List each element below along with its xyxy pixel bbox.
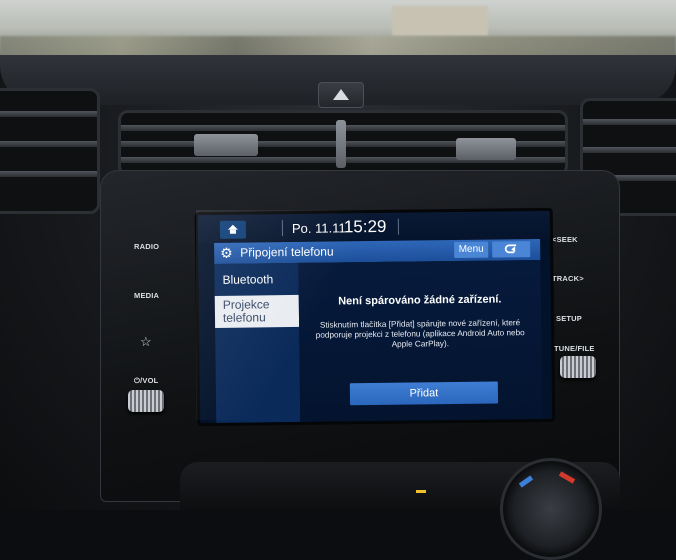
status-date: Po. 11.11	[291, 220, 346, 237]
add-device-button[interactable]: Přidat	[349, 381, 499, 406]
volume-knob[interactable]	[128, 390, 164, 412]
tune-file-label: TUNE/FILE	[554, 344, 595, 353]
sidebar-item-label: Projekce telefonu	[222, 297, 270, 325]
back-button[interactable]	[492, 241, 531, 258]
media-button[interactable]: MEDIA	[134, 291, 159, 300]
infotainment-screen: Po. 11.11 15:29 ⚙ Připojení telefonu Men…	[194, 207, 556, 427]
vent-fin	[336, 120, 346, 168]
sidebar-item-bluetooth[interactable]: Bluetooth	[214, 267, 298, 296]
cool-indicator	[518, 475, 534, 488]
vent-adjuster-left[interactable]	[194, 134, 258, 156]
status-time: 15:29	[343, 216, 387, 237]
vent-slat	[583, 147, 676, 153]
menu-button[interactable]: Menu	[454, 241, 489, 259]
indicator-led	[416, 490, 426, 493]
background-building	[392, 6, 488, 36]
left-air-vent	[0, 88, 100, 214]
vent-slat	[0, 111, 97, 117]
sidebar: Bluetooth Projekce telefonu	[214, 262, 301, 423]
power-volume-label: ⏻/VOL	[134, 376, 159, 385]
vent-slat	[0, 141, 97, 147]
tune-knob[interactable]	[560, 356, 596, 378]
sidebar-item-label: Bluetooth	[222, 272, 274, 287]
vent-slat	[583, 119, 676, 125]
gear-icon: ⚙	[220, 244, 233, 261]
setup-button[interactable]: SETUP	[556, 314, 582, 323]
home-icon	[227, 224, 238, 234]
main-content: Není spárováno žádné zařízení. Stisknutí…	[298, 259, 543, 422]
vent-adjuster-right[interactable]	[456, 138, 516, 160]
temperature-dial[interactable]	[500, 458, 602, 560]
seek-back-button[interactable]: <SEEK	[552, 235, 578, 244]
hazard-triangle-icon	[333, 89, 349, 100]
home-button[interactable]	[219, 220, 247, 239]
heat-indicator	[558, 471, 576, 484]
favorite-button[interactable]: ☆	[140, 334, 152, 350]
message-title: Není spárováno žádné zařízení.	[338, 293, 502, 308]
back-arrow-icon	[504, 244, 517, 254]
message-body: Stisknutím tlačítka [Přidat] spárujte no…	[315, 318, 525, 349]
track-forward-button[interactable]: TRACK>	[552, 274, 584, 283]
sidebar-item-phone-projection[interactable]: Projekce telefonu	[214, 294, 300, 328]
page-title: Připojení telefonu	[240, 244, 334, 260]
status-bar: Po. 11.11 15:29	[197, 210, 551, 244]
radio-button[interactable]: RADIO	[134, 242, 159, 251]
hazard-button[interactable]	[318, 82, 364, 108]
vent-slat	[0, 171, 97, 177]
